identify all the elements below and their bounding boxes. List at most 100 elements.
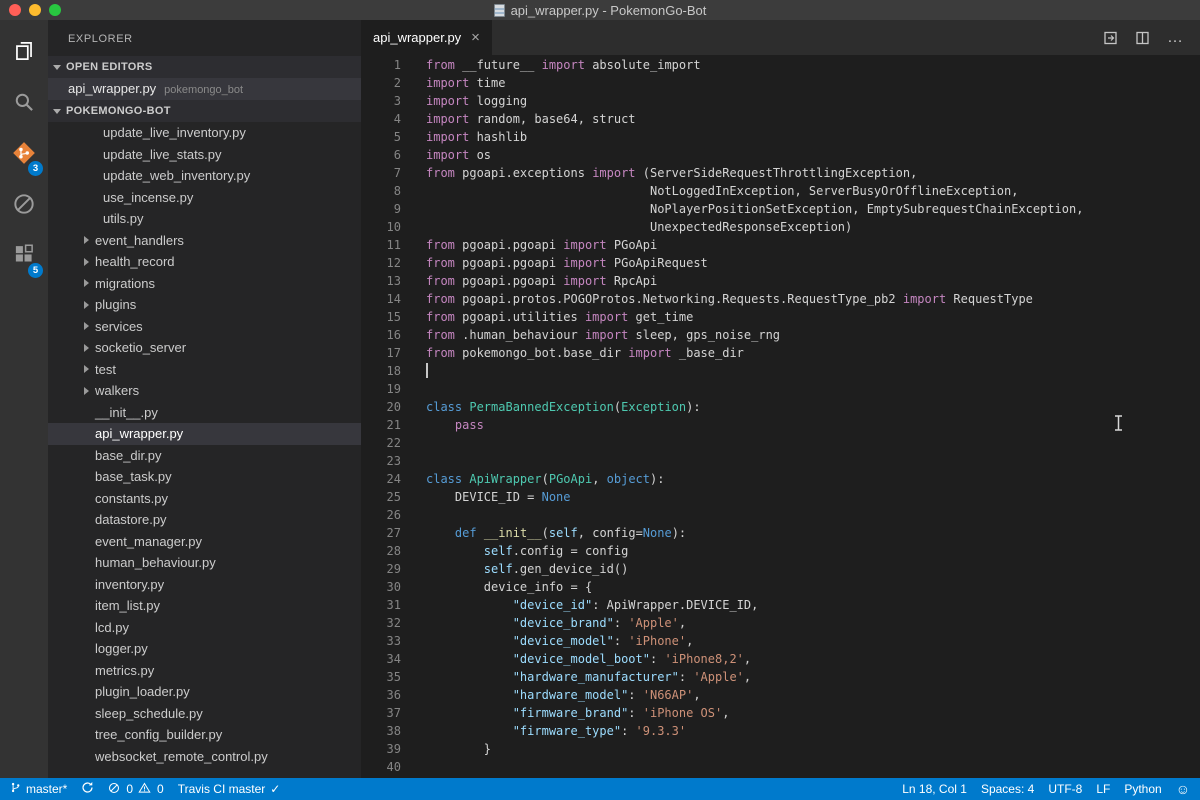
- tree-folder-event_handlers[interactable]: event_handlers: [48, 230, 361, 252]
- tree-folder-test[interactable]: test: [48, 359, 361, 381]
- tree-folder-services[interactable]: services: [48, 316, 361, 338]
- feedback-smiley-icon[interactable]: ☺: [1176, 782, 1190, 796]
- code-line-34[interactable]: 34 "device_model_boot": 'iPhone8,2',: [361, 650, 1200, 668]
- code-line-9[interactable]: 9 NoPlayerPositionSetException, EmptySub…: [361, 200, 1200, 218]
- split-editor-icon[interactable]: [1135, 30, 1151, 46]
- code-line-20[interactable]: 20class PermaBannedException(Exception):: [361, 398, 1200, 416]
- activity-git-button[interactable]: 3: [0, 130, 48, 181]
- code-line-41[interactable]: 41 PGoApi.__init__(self, device_info=dev…: [361, 776, 1200, 778]
- open-editor-item[interactable]: api_wrapper.py pokemongo_bot: [48, 78, 361, 100]
- code-line-5[interactable]: 5import hashlib: [361, 128, 1200, 146]
- tree-file-logger.py[interactable]: logger.py: [48, 638, 361, 660]
- tab-api-wrapper[interactable]: api_wrapper.py ×: [361, 20, 492, 55]
- code-line-14[interactable]: 14from pgoapi.protos.POGOProtos.Networki…: [361, 290, 1200, 308]
- code-line-16[interactable]: 16from .human_behaviour import sleep, gp…: [361, 326, 1200, 344]
- code-line-23[interactable]: 23: [361, 452, 1200, 470]
- code-line-21[interactable]: 21 pass: [361, 416, 1200, 434]
- tree-file-base_dir.py[interactable]: base_dir.py: [48, 445, 361, 467]
- tree-file-api_wrapper.py[interactable]: api_wrapper.py: [48, 423, 361, 445]
- open-editors-header[interactable]: OPEN EDITORS: [48, 56, 361, 78]
- code-line-1[interactable]: 1from __future__ import absolute_import: [361, 56, 1200, 74]
- tree-file-use_incense.py[interactable]: use_incense.py: [48, 187, 361, 209]
- code-line-32[interactable]: 32 "device_brand": 'Apple',: [361, 614, 1200, 632]
- tree-file-tree_config_builder.py[interactable]: tree_config_builder.py: [48, 724, 361, 746]
- code-editor[interactable]: 1from __future__ import absolute_import2…: [361, 55, 1200, 778]
- folder-section-header[interactable]: POKEMONGO-BOT: [48, 100, 361, 122]
- code-line-35[interactable]: 35 "hardware_manufacturer": 'Apple',: [361, 668, 1200, 686]
- tree-file-constants.py[interactable]: constants.py: [48, 488, 361, 510]
- activity-search-button[interactable]: [0, 79, 48, 130]
- code-line-12[interactable]: 12from pgoapi.pgoapi import PGoApiReques…: [361, 254, 1200, 272]
- code-line-25[interactable]: 25 DEVICE_ID = None: [361, 488, 1200, 506]
- tree-file-item_list.py[interactable]: item_list.py: [48, 595, 361, 617]
- tree-file-websocket_remote_control.py[interactable]: websocket_remote_control.py: [48, 746, 361, 768]
- code-line-22[interactable]: 22: [361, 434, 1200, 452]
- code-line-10[interactable]: 10 UnexpectedResponseException): [361, 218, 1200, 236]
- tree-file-sleep_schedule.py[interactable]: sleep_schedule.py: [48, 703, 361, 725]
- code-line-39[interactable]: 39 }: [361, 740, 1200, 758]
- code-line-24[interactable]: 24class ApiWrapper(PGoApi, object):: [361, 470, 1200, 488]
- code-line-40[interactable]: 40: [361, 758, 1200, 776]
- sync-button[interactable]: [81, 781, 94, 797]
- code-line-4[interactable]: 4import random, base64, struct: [361, 110, 1200, 128]
- more-actions-icon[interactable]: …: [1167, 29, 1184, 47]
- travis-ci-status[interactable]: Travis CI master ✓: [178, 782, 281, 796]
- activity-extensions-button[interactable]: 5: [0, 232, 48, 283]
- tree-folder-plugins[interactable]: plugins: [48, 294, 361, 316]
- problems-indicator[interactable]: 0 0: [108, 782, 163, 797]
- tree-file-utils.py[interactable]: utils.py: [48, 208, 361, 230]
- tree-file-inventory.py[interactable]: inventory.py: [48, 574, 361, 596]
- code-line-2[interactable]: 2import time: [361, 74, 1200, 92]
- code-line-33[interactable]: 33 "device_model": 'iPhone',: [361, 632, 1200, 650]
- activity-debug-button[interactable]: [0, 181, 48, 232]
- code-line-27[interactable]: 27 def __init__(self, config=None):: [361, 524, 1200, 542]
- tree-file-datastore.py[interactable]: datastore.py: [48, 509, 361, 531]
- tree-file-base_task.py[interactable]: base_task.py: [48, 466, 361, 488]
- line-number: 23: [361, 452, 401, 470]
- code-line-28[interactable]: 28 self.config = config: [361, 542, 1200, 560]
- code-line-6[interactable]: 6import os: [361, 146, 1200, 164]
- zoom-window-button[interactable]: [49, 4, 61, 16]
- code-line-8[interactable]: 8 NotLoggedInException, ServerBusyOrOffl…: [361, 182, 1200, 200]
- tree-folder-migrations[interactable]: migrations: [48, 273, 361, 295]
- open-changes-icon[interactable]: [1103, 30, 1119, 46]
- tree-folder-socketio_server[interactable]: socketio_server: [48, 337, 361, 359]
- eol-indicator[interactable]: LF: [1096, 782, 1110, 796]
- code-line-19[interactable]: 19: [361, 380, 1200, 398]
- tree-file-lcd.py[interactable]: lcd.py: [48, 617, 361, 639]
- code-line-13[interactable]: 13from pgoapi.pgoapi import RpcApi: [361, 272, 1200, 290]
- code-line-18[interactable]: 18: [361, 362, 1200, 380]
- code-line-30[interactable]: 30 device_info = {: [361, 578, 1200, 596]
- tree-folder-health_record[interactable]: health_record: [48, 251, 361, 273]
- check-icon: ✓: [270, 782, 280, 796]
- tree-file-event_manager.py[interactable]: event_manager.py: [48, 531, 361, 553]
- tree-file-update_web_inventory.py[interactable]: update_web_inventory.py: [48, 165, 361, 187]
- code-line-26[interactable]: 26: [361, 506, 1200, 524]
- indentation-indicator[interactable]: Spaces: 4: [981, 782, 1034, 796]
- code-line-7[interactable]: 7from pgoapi.exceptions import (ServerSi…: [361, 164, 1200, 182]
- minimize-window-button[interactable]: [29, 4, 41, 16]
- code-line-29[interactable]: 29 self.gen_device_id(): [361, 560, 1200, 578]
- tree-file-__init__.py[interactable]: __init__.py: [48, 402, 361, 424]
- code-line-36[interactable]: 36 "hardware_model": 'N66AP',: [361, 686, 1200, 704]
- tree-file-plugin_loader.py[interactable]: plugin_loader.py: [48, 681, 361, 703]
- code-line-37[interactable]: 37 "firmware_brand": 'iPhone OS',: [361, 704, 1200, 722]
- code-line-11[interactable]: 11from pgoapi.pgoapi import PGoApi: [361, 236, 1200, 254]
- activity-explorer-button[interactable]: [0, 28, 48, 79]
- code-line-31[interactable]: 31 "device_id": ApiWrapper.DEVICE_ID,: [361, 596, 1200, 614]
- tree-file-metrics.py[interactable]: metrics.py: [48, 660, 361, 682]
- tree-file-human_behaviour.py[interactable]: human_behaviour.py: [48, 552, 361, 574]
- language-indicator[interactable]: Python: [1124, 782, 1161, 796]
- code-line-3[interactable]: 3import logging: [361, 92, 1200, 110]
- code-line-15[interactable]: 15from pgoapi.utilities import get_time: [361, 308, 1200, 326]
- encoding-indicator[interactable]: UTF-8: [1048, 782, 1082, 796]
- cursor-position[interactable]: Ln 18, Col 1: [902, 782, 967, 796]
- git-branch-indicator[interactable]: master*: [10, 781, 67, 797]
- close-tab-icon[interactable]: ×: [471, 30, 480, 45]
- code-line-17[interactable]: 17from pokemongo_bot.base_dir import _ba…: [361, 344, 1200, 362]
- close-window-button[interactable]: [9, 4, 21, 16]
- code-line-38[interactable]: 38 "firmware_type": '9.3.3': [361, 722, 1200, 740]
- tree-file-update_live_inventory.py[interactable]: update_live_inventory.py: [48, 122, 361, 144]
- tree-file-update_live_stats.py[interactable]: update_live_stats.py: [48, 144, 361, 166]
- tree-folder-walkers[interactable]: walkers: [48, 380, 361, 402]
